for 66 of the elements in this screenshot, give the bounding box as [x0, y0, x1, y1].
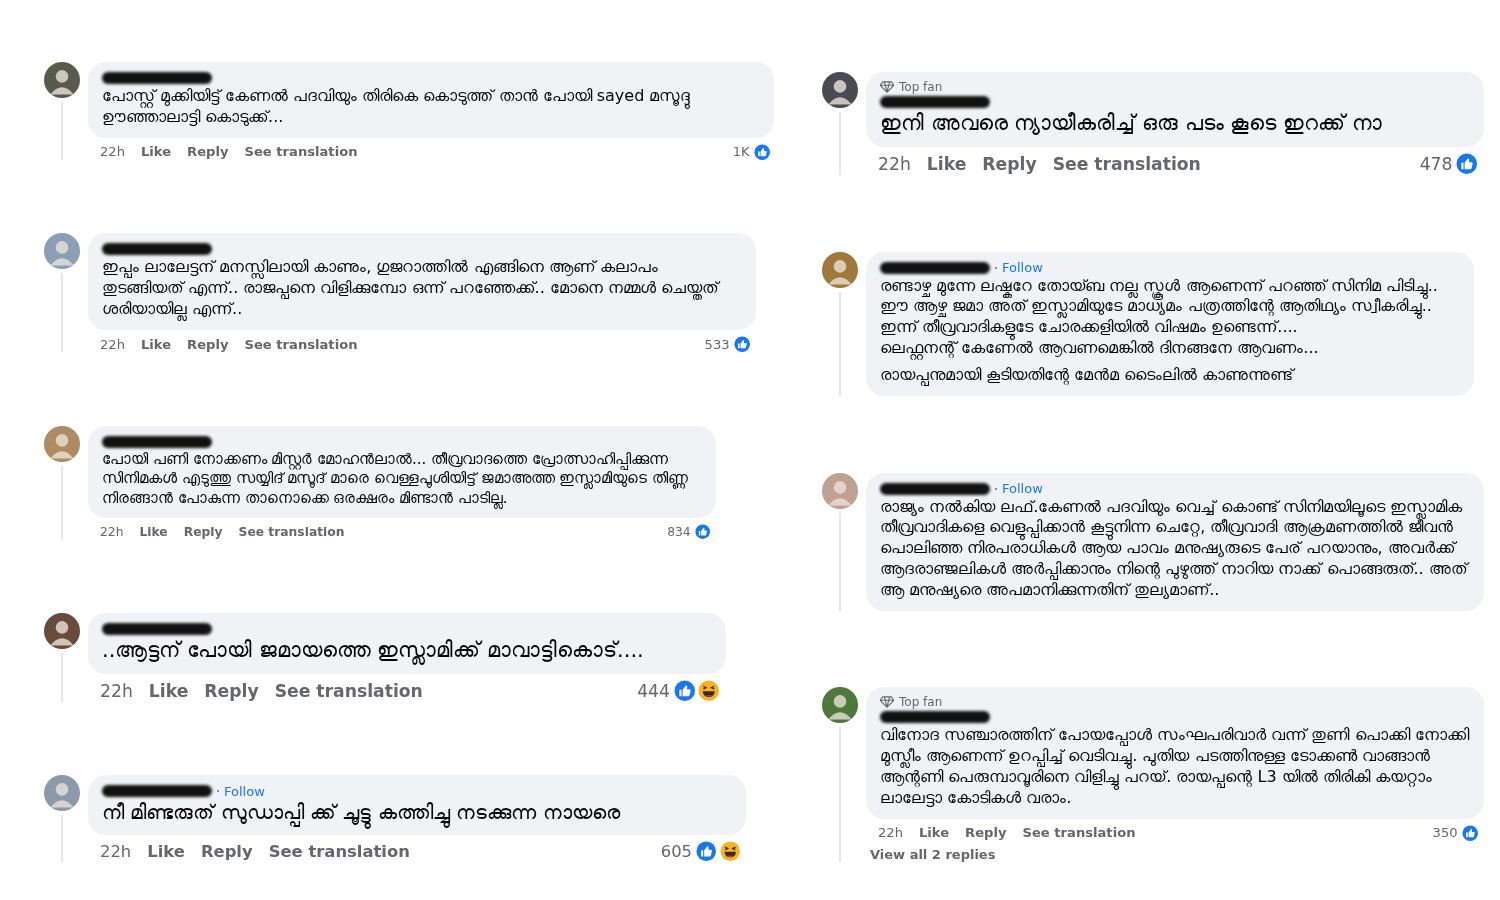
- see-translation-link[interactable]: See translation: [244, 336, 358, 352]
- reply-link[interactable]: Reply: [965, 825, 1007, 841]
- thumbs-up-icon: [733, 335, 750, 353]
- see-translation-link[interactable]: See translation: [268, 842, 410, 862]
- comment-text: ഇപ്പം ലാലേട്ടന് മനസ്സിലായി കാണും, ഗുജറാത്തിൽ എങ്ങിനെ ആണ് കലാപം തുടങ്ങിയത് എന്ന്.. രാജപ്പനെ വിളിക്കുമ്പോ ഒന്ന് പറഞ്ഞേക്ക്.. മോനെ നമ്മൾ ചെയ്തത് ശരിയായില്ല എന്ന്..: [102, 257, 722, 320]
- follow-link[interactable]: Follow: [1002, 481, 1043, 497]
- comment-text: രായപ്പനുമായി കൂടിയതിന്റേ മേൻമ ടൈംലിൽ കാണുന്നുണ്ട്: [880, 364, 1297, 386]
- reaction-count: 444: [637, 681, 670, 702]
- reply-link[interactable]: Reply: [982, 154, 1037, 175]
- see-translation-link[interactable]: See translation: [274, 681, 423, 702]
- follow-link[interactable]: Follow: [1002, 260, 1043, 276]
- thumbs-up-icon: [694, 524, 710, 540]
- thumbs-up-icon: [753, 143, 770, 160]
- timestamp: 22h: [100, 524, 124, 539]
- diamond-icon: [880, 81, 894, 93]
- timestamp: 22h: [100, 842, 132, 862]
- like-link[interactable]: Like: [926, 154, 967, 175]
- top-fan-label: Top fan: [899, 80, 943, 94]
- reaction-count: 1K: [732, 144, 750, 160]
- like-link[interactable]: Like: [139, 524, 168, 539]
- reply-link[interactable]: Reply: [204, 681, 259, 702]
- see-translation-link[interactable]: See translation: [238, 524, 345, 539]
- timestamp: 22h: [878, 825, 903, 841]
- avatar[interactable]: [44, 613, 80, 650]
- reply-link[interactable]: Reply: [187, 336, 229, 352]
- timestamp: 22h: [100, 144, 125, 160]
- like-link[interactable]: Like: [919, 825, 950, 841]
- comment-text: പോസ്റ്റ് മുക്കിയിട്ട് കേണൽ പദവിയും തിരികെ കൊടുത്ത് താൻ പോയി sayed മസൂദ്ദു ഊഞ്ഞാലാട്ടി കൊടുക്ക്...: [102, 86, 692, 128]
- laughing-face-icon: [719, 841, 740, 862]
- see-translation-link[interactable]: See translation: [1022, 825, 1136, 841]
- reaction-count: 533: [704, 336, 730, 352]
- reply-link[interactable]: Reply: [187, 144, 229, 160]
- thumbs-up-icon: [673, 680, 696, 702]
- avatar[interactable]: [44, 62, 80, 98]
- comment-text: പോയി പണി നോക്കണം മിസ്റ്റർ മോഹൻലാൽ... തീവ്രവാദത്തെ പ്രോത്സാഹിപ്പിക്കുന്ന സിനിമകൾ എടുത്തു സയ്യിദ് മസൂദ് മാരെ വെള്ളപൂശിയിട്ട് ജമാഅത്ത ഇസ്ലാമിയുടെ തിണ്ണ നിരങ്ങാൻ പോകുന്ന താനൊക്കെ ഒരക്ഷരം മിണ്ടാൻ പാടില്ല.: [102, 449, 690, 509]
- reply-link[interactable]: Reply: [183, 524, 223, 539]
- follow-link[interactable]: Follow: [224, 783, 265, 799]
- avatar[interactable]: [822, 72, 858, 108]
- like-link[interactable]: Like: [148, 681, 189, 702]
- timestamp: 22h: [100, 681, 133, 702]
- thumbs-up-icon: [1461, 824, 1478, 841]
- thumbs-up-icon: [1456, 153, 1478, 175]
- reaction-count: 350: [1432, 825, 1458, 841]
- see-translation-link[interactable]: See translation: [244, 144, 358, 160]
- thumbs-up-icon: [696, 841, 717, 862]
- reaction-count: 834: [667, 524, 691, 539]
- comment-text: ഇനി അവരെ ന്യായീകരിച്ച് ഒരു പടം കൂടെ ഇറക്ക് നാ: [880, 110, 1383, 137]
- avatar[interactable]: [822, 251, 858, 288]
- reaction-count: 605: [660, 842, 692, 862]
- like-link[interactable]: Like: [147, 842, 185, 862]
- view-replies-link[interactable]: View all 2 replies: [866, 841, 1484, 862]
- comment-text: ..ആട്ടന് പോയി ജമായത്തെ ഇസ്ലാമിക്ക് മാവാട്ടികൊട്....: [102, 637, 645, 665]
- reply-link[interactable]: Reply: [200, 842, 253, 862]
- avatar[interactable]: [822, 687, 858, 724]
- timestamp: 22h: [100, 336, 125, 352]
- top-fan-label: Top fan: [899, 695, 943, 710]
- see-translation-link[interactable]: See translation: [1052, 154, 1201, 175]
- comment-text: രാജ്യം നൽകിയ ലഫ്.കേണൽ പദവിയും വെച്ച് കൊണ്ട് സിനിമയിലൂടെ ഇസ്ലാമിക തീവ്രവാദികളെ വെളുപ്പിക്കാൻ കൂട്ടുനിന്ന ചെറ്റേ, തീവ്രവാദി ആക്രമണത്തിൽ ജീവൻ പൊലിഞ്ഞ നിരപരാധികൾ ആയ പാവം മനുഷ്യരുടെ പേര് പറയാനും, അവർക്ക് ആദരാഞ്ജലികൾ അർപ്പിക്കാനും നിന്റെ പുഴുത്ത് നാറിയ നാക്ക് പൊങ്ങരുത്.. അത് ആ മനുഷ്യരെ അപമാനിക്കുന്നതിന് തുല്യമാണ്..: [880, 496, 1470, 601]
- like-link[interactable]: Like: [141, 144, 172, 160]
- like-link[interactable]: Like: [141, 336, 172, 352]
- diamond-icon: [880, 696, 894, 709]
- timestamp: 22h: [878, 154, 911, 175]
- laughing-face-icon: [698, 680, 720, 702]
- comment-text: രണ്ടാഴ്ച മുന്നേ ലഷ്കറേ തോയ്ബ നല്ല സ്കൂൾ ആണെന്ന് പറഞ്ഞ് സിനിമ പിടിച്ചു.. ഈ ആഴ്ച ജമാ അത് ഇസ്ലാമിയുടേ മാധ്യമം പത്രത്തിന്റേ ആതിഥ്യം സ്വീകരിച്ചു.. ഇന്ന് തീവ്രവാദികളുടേ ചോരക്കളിയിൽ വിഷമം ഉണ്ടെന്ന്.... ലെഫ്റ്റനന്റ് കേണേൽ ആവണമെങ്കിൽ ദിനങ്ങനേ ആവണം...: [880, 275, 1439, 359]
- comment-text: വിനോദ സഞ്ചാരത്തിന് പോയപ്പോൾ സംഘപരിവാർ വന്ന് തുണി പൊക്കി നോക്കി മുസ്ലീം ആണെന്ന് ഉറപ്പിച്ച് വെടിവച്ചു. പുതിയ പടത്തിനുള്ള ടോക്കൺ വാങ്ങാൻ ആന്റണി പെരുമ്പാവൂരിനെ വിളിച്ചു പറയ്. രായപ്പന്റെ L3 യിൽ തിരികി കയറ്റാം ലാലേട്ടാ കോടികൾ വരാം.: [880, 725, 1470, 809]
- reaction-count: 478: [1419, 154, 1453, 175]
